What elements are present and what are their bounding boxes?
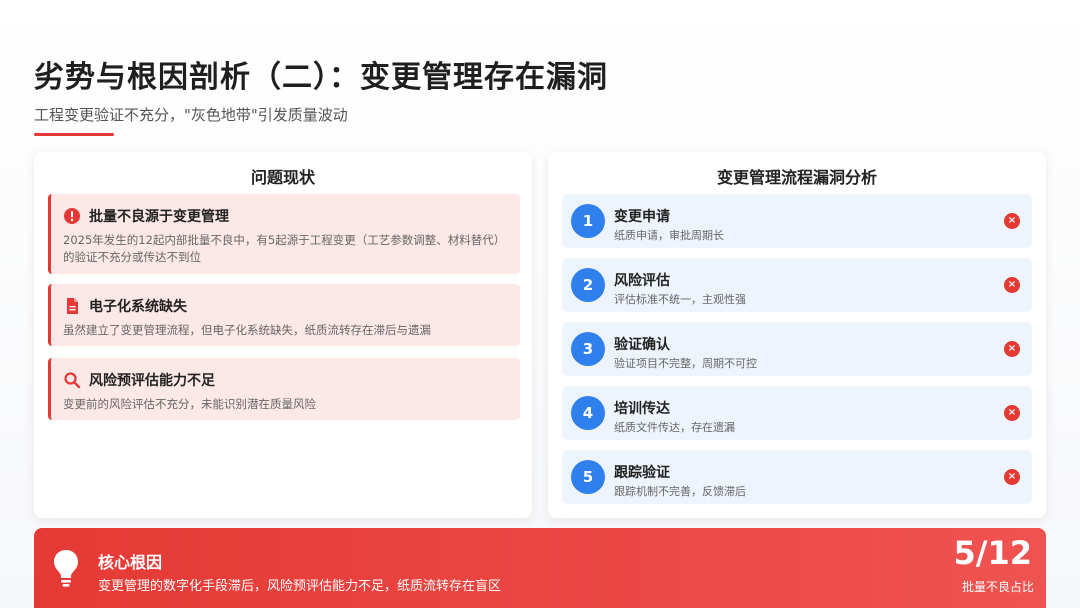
issue-description: 2025年发生的12起内部批量不良中，有5起源于工程变更（工艺参数调整、材料替代… (63, 233, 506, 264)
issue-card: 电子化系统缺失 虽然建立了变更管理流程，但电子化系统缺失，纸质流转存在滞后与遗漏 (48, 284, 520, 346)
close-circle-icon: × (1004, 405, 1020, 421)
root-cause-title: 核心根因 (98, 553, 163, 572)
step-description: 纸质文件传达，存在遗漏 (614, 421, 735, 434)
close-circle-icon: × (1004, 277, 1020, 293)
step-description: 纸质申请，审批周期长 (614, 229, 724, 242)
step-title: 变更申请 (614, 209, 670, 225)
search-icon (63, 371, 81, 389)
issue-card: 批量不良源于变更管理 2025年发生的12起内部批量不良中，有5起源于工程变更（… (48, 194, 520, 274)
step-title: 风险评估 (614, 273, 670, 289)
process-step: 2 风险评估 评估标准不统一，主观性强 × (562, 258, 1032, 312)
title-accent-divider (34, 133, 114, 136)
issue-title: 批量不良源于变更管理 (89, 209, 229, 225)
problem-status-panel: 问题现状 批量不良源于变更管理 2025年发生的12起内部批量不良中，有5起源于… (34, 152, 532, 518)
issue-description: 虽然建立了变更管理流程，但电子化系统缺失，纸质流转存在滞后与遗漏 (63, 323, 431, 337)
root-cause-description: 变更管理的数字化手段滞后，风险预评估能力不足，纸质流转存在盲区 (98, 579, 502, 594)
panel-title: 问题现状 (250, 168, 315, 187)
lightbulb-icon (52, 548, 80, 588)
issue-card: 风险预评估能力不足 变更前的风险评估不充分，未能识别潜在质量风险 (48, 358, 520, 420)
root-cause-banner: 核心根因 变更管理的数字化手段滞后，风险预评估能力不足，纸质流转存在盲区 5/1… (34, 528, 1046, 608)
page-subtitle: 工程变更验证不充分，"灰色地带"引发质量波动 (34, 106, 348, 124)
process-step: 5 跟踪验证 跟踪机制不完善，反馈滞后 × (562, 450, 1032, 504)
issue-title: 电子化系统缺失 (89, 299, 187, 315)
ratio-stat-label: 批量不良占比 (961, 580, 1034, 594)
step-number: 4 (571, 396, 605, 430)
issue-description: 变更前的风险评估不充分，未能识别潜在质量风险 (63, 397, 316, 411)
ratio-stat: 5/12 (953, 534, 1032, 572)
process-step: 3 验证确认 验证项目不完整，周期不可控 × (562, 322, 1032, 376)
close-circle-icon: × (1004, 469, 1020, 485)
step-title: 培训传达 (614, 401, 670, 417)
process-gap-panel: 变更管理流程漏洞分析 1 变更申请 纸质申请，审批周期长 × 2 风险评估 评估… (548, 152, 1046, 518)
process-step: 1 变更申请 纸质申请，审批周期长 × (562, 194, 1032, 248)
panel-title: 变更管理流程漏洞分析 (716, 168, 877, 187)
alert-circle-icon (63, 207, 81, 225)
step-number: 3 (571, 332, 605, 366)
step-number: 1 (571, 204, 605, 238)
step-number: 2 (571, 268, 605, 302)
step-number: 5 (571, 460, 605, 494)
issue-title: 风险预评估能力不足 (89, 373, 215, 389)
step-title: 验证确认 (614, 337, 670, 353)
close-circle-icon: × (1004, 213, 1020, 229)
step-description: 验证项目不完整，周期不可控 (614, 357, 757, 370)
close-circle-icon: × (1004, 341, 1020, 357)
process-step: 4 培训传达 纸质文件传达，存在遗漏 × (562, 386, 1032, 440)
step-description: 跟踪机制不完善，反馈滞后 (614, 485, 746, 498)
step-title: 跟踪验证 (614, 465, 670, 481)
document-icon (63, 297, 81, 315)
step-description: 评估标准不统一，主观性强 (614, 293, 746, 306)
page-title: 劣势与根因剖析（二）：变更管理存在漏洞 (34, 60, 608, 95)
